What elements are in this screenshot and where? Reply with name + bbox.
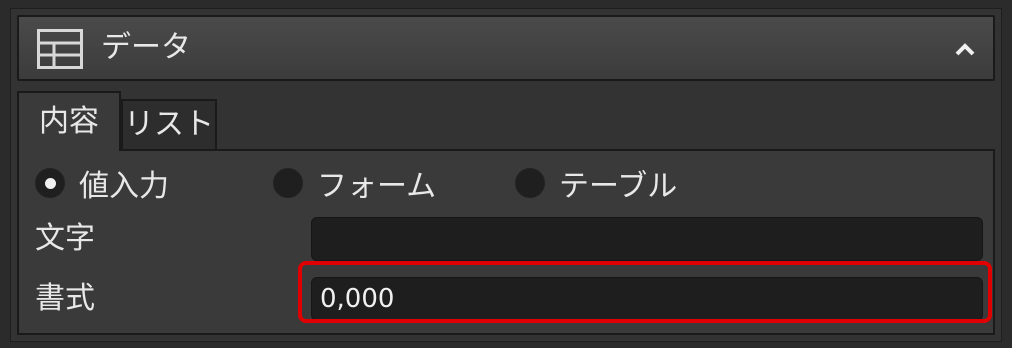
radio-indicator bbox=[35, 168, 65, 198]
tab-list[interactable]: リスト bbox=[121, 99, 217, 149]
text-input[interactable] bbox=[311, 217, 983, 261]
collapse-button[interactable] bbox=[945, 29, 985, 69]
text-field-label: 文字 bbox=[35, 221, 95, 256]
radio-value-input[interactable]: 値入力 bbox=[35, 161, 169, 205]
data-panel: データ 内容 リスト 値入力 フォーム テーブル 文字 書式 0,000 bbox=[10, 8, 1002, 342]
tab-content[interactable]: 内容 bbox=[17, 91, 121, 151]
radio-form[interactable]: フォーム bbox=[273, 161, 436, 205]
table-icon bbox=[37, 29, 83, 69]
radio-label: テーブル bbox=[559, 169, 678, 204]
panel-header[interactable]: データ bbox=[17, 15, 995, 81]
panel-title: データ bbox=[101, 30, 191, 65]
radio-indicator bbox=[515, 168, 545, 198]
format-field-label: 書式 bbox=[35, 281, 95, 316]
radio-label: フォーム bbox=[317, 169, 437, 204]
input-mode-radio-group: 値入力 フォーム テーブル bbox=[19, 161, 993, 205]
radio-table[interactable]: テーブル bbox=[515, 161, 677, 205]
format-input[interactable]: 0,000 bbox=[311, 277, 983, 321]
chevron-up-icon bbox=[955, 43, 975, 56]
radio-indicator bbox=[273, 168, 303, 198]
radio-label: 値入力 bbox=[79, 169, 169, 204]
tab-content-pane: 値入力 フォーム テーブル 文字 書式 0,000 bbox=[17, 149, 995, 335]
